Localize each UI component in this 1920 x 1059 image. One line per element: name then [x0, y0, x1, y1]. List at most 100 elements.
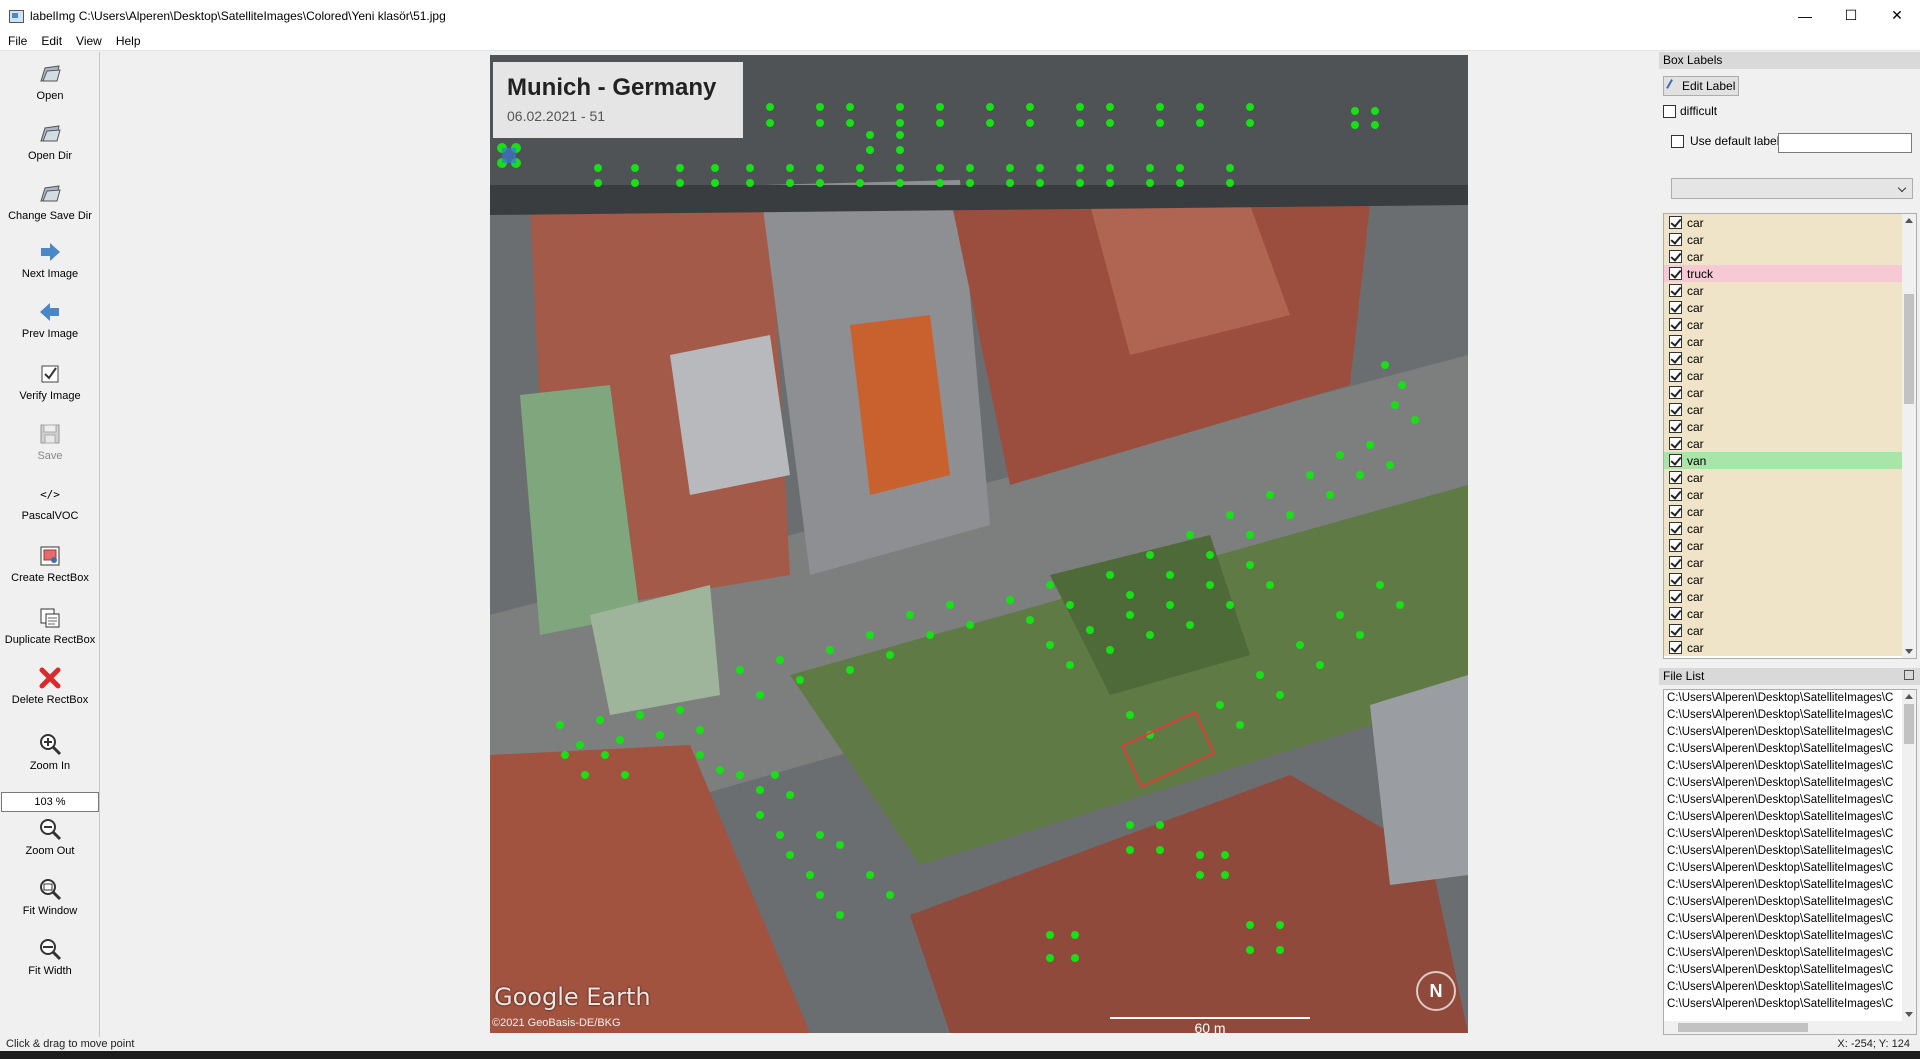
label-visible-checkbox[interactable]: [1669, 301, 1682, 314]
fit-window-button[interactable]: Fit Window: [0, 877, 100, 917]
file-list-item[interactable]: C:\Users\Alperen\Desktop\SatelliteImages…: [1664, 758, 1916, 775]
label-visible-checkbox[interactable]: [1669, 267, 1682, 280]
label-list-item[interactable]: car: [1664, 622, 1916, 639]
label-list-item[interactable]: car: [1664, 520, 1916, 537]
label-visible-checkbox[interactable]: [1669, 471, 1682, 484]
file-list-item[interactable]: C:\Users\Alperen\Desktop\SatelliteImages…: [1664, 962, 1916, 979]
scroll-down-icon[interactable]: [1905, 649, 1913, 654]
label-visible-checkbox[interactable]: [1669, 437, 1682, 450]
label-list-item[interactable]: car: [1664, 503, 1916, 520]
file-list-hscrollbar[interactable]: [1664, 1021, 1916, 1034]
label-visible-checkbox[interactable]: [1669, 318, 1682, 331]
label-list-item[interactable]: car: [1664, 231, 1916, 248]
label-visible-checkbox[interactable]: [1669, 590, 1682, 603]
label-visible-checkbox[interactable]: [1669, 233, 1682, 246]
label-list-item[interactable]: car: [1664, 469, 1916, 486]
minimize-button[interactable]: —: [1782, 0, 1828, 31]
label-visible-checkbox[interactable]: [1669, 556, 1682, 569]
label-list-item[interactable]: car: [1664, 299, 1916, 316]
label-list-item[interactable]: car: [1664, 588, 1916, 605]
label-list-item[interactable]: truck: [1664, 265, 1916, 282]
menu-file[interactable]: File: [0, 34, 33, 48]
scroll-down-icon[interactable]: [1905, 1012, 1913, 1017]
format-toggle-button[interactable]: </> PascalVOC: [0, 482, 100, 523]
label-visible-checkbox[interactable]: [1669, 624, 1682, 637]
file-list-item[interactable]: C:\Users\Alperen\Desktop\SatelliteImages…: [1664, 741, 1916, 758]
file-list-item[interactable]: C:\Users\Alperen\Desktop\SatelliteImages…: [1664, 843, 1916, 860]
undock-icon[interactable]: [1904, 670, 1914, 680]
prev-image-button[interactable]: Prev Image: [0, 300, 100, 340]
label-visible-checkbox[interactable]: [1669, 607, 1682, 620]
label-list-item[interactable]: car: [1664, 605, 1916, 622]
open-button[interactable]: Open: [0, 62, 100, 102]
label-list-item[interactable]: car: [1664, 486, 1916, 503]
label-list-item[interactable]: car: [1664, 571, 1916, 588]
create-rectbox-button[interactable]: Create RectBox: [0, 544, 100, 584]
label-list-item[interactable]: car: [1664, 333, 1916, 350]
file-list-item[interactable]: C:\Users\Alperen\Desktop\SatelliteImages…: [1664, 826, 1916, 843]
default-label-input[interactable]: [1778, 133, 1912, 153]
hscroll-thumb[interactable]: [1678, 1023, 1808, 1032]
file-list-item[interactable]: C:\Users\Alperen\Desktop\SatelliteImages…: [1664, 928, 1916, 945]
delete-rectbox-button[interactable]: Delete RectBox: [0, 666, 100, 706]
zoom-value-field[interactable]: 103 %: [1, 792, 99, 812]
label-visible-checkbox[interactable]: [1669, 505, 1682, 518]
file-list-item[interactable]: C:\Users\Alperen\Desktop\SatelliteImages…: [1664, 877, 1916, 894]
maximize-button[interactable]: ☐: [1828, 0, 1874, 31]
label-list-item[interactable]: car: [1664, 367, 1916, 384]
label-visible-checkbox[interactable]: [1669, 641, 1682, 654]
label-visible-checkbox[interactable]: [1669, 284, 1682, 297]
label-list-item[interactable]: car: [1664, 639, 1916, 656]
image-canvas[interactable]: Munich - Germany 06.02.2021 - 51 Google …: [101, 52, 1656, 1037]
label-visible-checkbox[interactable]: [1669, 573, 1682, 586]
scroll-thumb[interactable]: [1904, 704, 1914, 744]
file-list-scrollbar[interactable]: [1902, 690, 1916, 1021]
file-list-item[interactable]: C:\Users\Alperen\Desktop\SatelliteImages…: [1664, 809, 1916, 826]
duplicate-rectbox-button[interactable]: Duplicate RectBox: [0, 606, 100, 646]
label-list-item[interactable]: car: [1664, 248, 1916, 265]
file-list-item[interactable]: C:\Users\Alperen\Desktop\SatelliteImages…: [1664, 911, 1916, 928]
label-visible-checkbox[interactable]: [1669, 369, 1682, 382]
label-visible-checkbox[interactable]: [1669, 216, 1682, 229]
label-visible-checkbox[interactable]: [1669, 454, 1682, 467]
label-visible-checkbox[interactable]: [1669, 420, 1682, 433]
file-list-item[interactable]: C:\Users\Alperen\Desktop\SatelliteImages…: [1664, 724, 1916, 741]
close-button[interactable]: ✕: [1874, 0, 1920, 31]
label-list-item[interactable]: car: [1664, 282, 1916, 299]
zoom-out-button[interactable]: Zoom Out: [0, 817, 100, 857]
menu-view[interactable]: View: [68, 34, 108, 48]
label-list-scrollbar[interactable]: [1902, 214, 1916, 658]
open-dir-button[interactable]: Open Dir: [0, 122, 100, 162]
difficult-checkbox[interactable]: [1663, 104, 1676, 118]
label-visible-checkbox[interactable]: [1669, 250, 1682, 263]
label-list-item[interactable]: car: [1664, 316, 1916, 333]
file-list-item[interactable]: C:\Users\Alperen\Desktop\SatelliteImages…: [1664, 945, 1916, 962]
label-list-item[interactable]: car: [1664, 554, 1916, 571]
label-visible-checkbox[interactable]: [1669, 386, 1682, 399]
file-list-item[interactable]: C:\Users\Alperen\Desktop\SatelliteImages…: [1664, 894, 1916, 911]
label-visible-checkbox[interactable]: [1669, 488, 1682, 501]
label-list-item[interactable]: car: [1664, 214, 1916, 231]
label-list-item[interactable]: car: [1664, 435, 1916, 452]
label-visible-checkbox[interactable]: [1669, 522, 1682, 535]
next-image-button[interactable]: Next Image: [0, 240, 100, 280]
zoom-in-button[interactable]: Zoom In: [0, 732, 100, 772]
scroll-up-icon[interactable]: [1905, 218, 1913, 223]
verify-image-button[interactable]: Verify Image: [0, 362, 100, 402]
scroll-thumb[interactable]: [1904, 294, 1914, 404]
file-list-item[interactable]: C:\Users\Alperen\Desktop\SatelliteImages…: [1664, 707, 1916, 724]
label-list-item[interactable]: car: [1664, 418, 1916, 435]
label-list-item[interactable]: car: [1664, 350, 1916, 367]
satellite-image[interactable]: Munich - Germany 06.02.2021 - 51 Google …: [490, 55, 1468, 1033]
file-list-item[interactable]: C:\Users\Alperen\Desktop\SatelliteImages…: [1664, 979, 1916, 996]
scroll-up-icon[interactable]: [1905, 694, 1913, 699]
fit-width-button[interactable]: Fit Width: [0, 937, 100, 977]
menu-help[interactable]: Help: [108, 34, 147, 48]
menu-edit[interactable]: Edit: [33, 34, 68, 48]
change-save-dir-button[interactable]: Change Save Dir: [0, 182, 100, 222]
use-default-label-checkbox[interactable]: [1671, 134, 1684, 148]
file-list-item[interactable]: C:\Users\Alperen\Desktop\SatelliteImages…: [1664, 690, 1916, 707]
label-visible-checkbox[interactable]: [1669, 335, 1682, 348]
edit-label-button[interactable]: Edit Label: [1663, 76, 1739, 96]
label-visible-checkbox[interactable]: [1669, 403, 1682, 416]
